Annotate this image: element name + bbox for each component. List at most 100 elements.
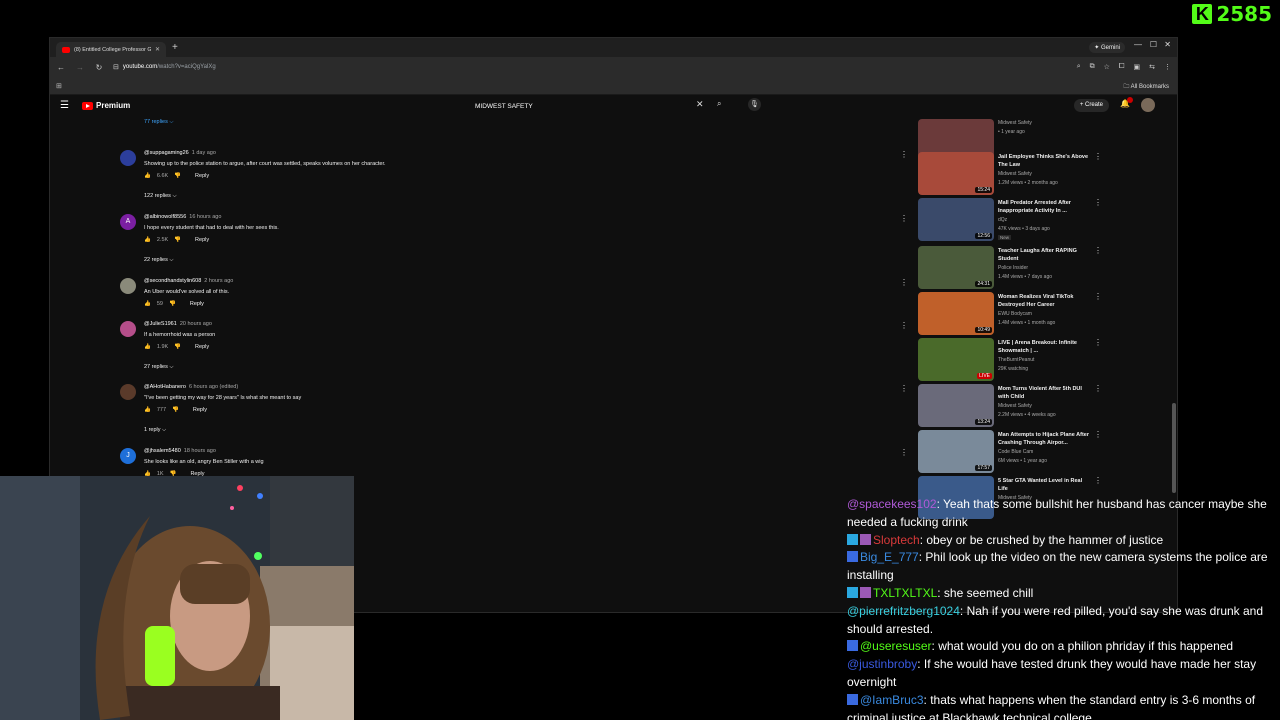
like-icon[interactable]: 👍 xyxy=(144,301,151,307)
video-menu-icon[interactable]: ⋮ xyxy=(1094,292,1102,301)
recommended-video[interactable]: 13:24 Mom Turns Violent After 5th DUI wit… xyxy=(918,384,1113,428)
video-thumbnail[interactable]: 17:57 xyxy=(918,430,994,473)
video-thumbnail[interactable]: 24:31 xyxy=(918,246,994,289)
back-icon[interactable]: ← xyxy=(56,63,66,72)
browser-menu-icon[interactable]: ⋮ xyxy=(1164,63,1171,71)
hamburger-menu-icon[interactable]: ☰ xyxy=(60,100,69,111)
avatar[interactable] xyxy=(1141,98,1155,112)
youtube-logo[interactable]: Premium xyxy=(82,101,130,110)
chat-username[interactable]: @IamBruc3 xyxy=(860,693,924,707)
reading-mode-icon[interactable]: ▣ xyxy=(1134,63,1141,71)
microphone-icon[interactable]: 🎙 xyxy=(748,98,761,111)
maximize-window-icon[interactable]: ☐ xyxy=(1150,40,1157,49)
profile-icon[interactable]: ⇆ xyxy=(1149,63,1155,71)
video-thumbnail[interactable]: 15:24 xyxy=(918,152,994,195)
video-channel[interactable]: Midwest Safety xyxy=(998,171,1032,177)
video-title[interactable]: 5 Star GTA Wanted Level in Real Life xyxy=(998,477,1093,493)
video-menu-icon[interactable]: ⋮ xyxy=(1094,338,1102,347)
apps-grid-icon[interactable]: ⊞ xyxy=(56,82,62,90)
site-info-icon[interactable]: ⊟ xyxy=(113,63,119,71)
recommended-video[interactable]: LIVE LIVE | Arena Breakout: Infinite Show… xyxy=(918,338,1113,382)
dislike-icon[interactable]: 👎 xyxy=(174,173,181,179)
scrollbar[interactable] xyxy=(1172,403,1176,493)
reply-button[interactable]: Reply xyxy=(190,301,204,307)
extensions-icon[interactable]: ⧠ xyxy=(1119,63,1125,71)
url-field[interactable]: ⊟ youtube.com/watch?v=aciQgYalXg xyxy=(113,63,1068,71)
chat-username[interactable]: @useresuser xyxy=(860,639,932,653)
video-title[interactable]: Jail Employee Thinks She's Above The Law xyxy=(998,153,1093,169)
like-icon[interactable]: 👍 xyxy=(144,407,151,413)
video-thumbnail[interactable]: 12:56 xyxy=(918,198,994,241)
video-thumbnail[interactable]: 13:24 xyxy=(918,384,994,427)
video-channel[interactable]: Code Blue Cam xyxy=(998,449,1033,455)
comment-author[interactable]: @jhsalem5480 xyxy=(144,448,181,454)
replies-toggle[interactable]: 77 replies ⌵ xyxy=(144,119,174,126)
zoom-icon[interactable]: ⌕ xyxy=(1077,63,1081,71)
all-bookmarks-button[interactable]: 🗀 All Bookmarks xyxy=(1123,82,1169,92)
replies-toggle[interactable]: 27 replies ⌵ xyxy=(144,364,174,371)
chat-username[interactable]: Big_E_777 xyxy=(860,550,919,564)
close-window-icon[interactable]: ✕ xyxy=(1164,40,1171,49)
replies-toggle[interactable]: 1 reply ⌵ xyxy=(144,427,166,434)
video-title[interactable]: Teacher Laughs After RAPING Student xyxy=(998,247,1093,263)
reply-button[interactable]: Reply xyxy=(195,173,209,179)
avatar[interactable]: J xyxy=(120,448,136,464)
clear-search-icon[interactable]: ✕ xyxy=(696,99,704,110)
chat-username[interactable]: @justinbroby xyxy=(847,657,917,671)
video-title[interactable]: Man Attempts to Hijack Plane After Crash… xyxy=(998,431,1093,447)
video-title[interactable]: Mom Turns Violent After 5th DUI with Chi… xyxy=(998,385,1093,401)
comment-menu-icon[interactable]: ⋮ xyxy=(900,384,908,393)
comment-author[interactable]: @albinowolf8556 xyxy=(144,214,186,220)
video-channel[interactable]: dQz xyxy=(998,217,1007,223)
avatar[interactable]: A xyxy=(120,214,136,230)
search-input[interactable] xyxy=(471,98,709,114)
comment-author[interactable]: @suppagaming26 xyxy=(144,150,189,156)
new-tab-button[interactable]: + xyxy=(172,42,178,53)
video-title[interactable]: LIVE | Arena Breakout: Infinite Showmatc… xyxy=(998,339,1093,355)
chat-username[interactable]: @pierrefritzberg1024 xyxy=(847,604,960,618)
dislike-icon[interactable]: 👎 xyxy=(169,301,176,307)
video-channel[interactable]: TheBurntPeanut xyxy=(998,357,1034,363)
comment-author[interactable]: @AHotHabanero xyxy=(144,384,186,390)
chat-username[interactable]: @spacekees102 xyxy=(847,497,937,511)
avatar[interactable] xyxy=(120,278,136,294)
gemini-button[interactable]: ✦ Gemini xyxy=(1089,42,1125,53)
video-menu-icon[interactable]: ⋮ xyxy=(1094,430,1102,439)
comment-menu-icon[interactable]: ⋮ xyxy=(900,321,908,330)
install-icon[interactable]: ⧉ xyxy=(1090,63,1095,71)
bookmark-star-icon[interactable]: ☆ xyxy=(1104,63,1110,71)
close-tab-icon[interactable]: ✕ xyxy=(155,46,160,53)
forward-icon[interactable]: → xyxy=(75,63,85,72)
video-channel[interactable]: Midwest Safety xyxy=(998,403,1032,409)
reply-button[interactable]: Reply xyxy=(195,344,209,350)
avatar[interactable] xyxy=(120,384,136,400)
comment-author[interactable]: @JulieS1961 xyxy=(144,321,177,327)
create-button[interactable]: + Create xyxy=(1073,99,1109,112)
video-title[interactable]: Mall Predator Arrested After Inappropria… xyxy=(998,199,1093,215)
video-thumbnail[interactable]: 10:49 xyxy=(918,292,994,335)
video-menu-icon[interactable]: ⋮ xyxy=(1094,246,1102,255)
chat-username[interactable]: TXLTXLTXL xyxy=(873,586,937,600)
video-channel[interactable]: Midwest Safety xyxy=(998,120,1032,126)
like-icon[interactable]: 👍 xyxy=(144,173,151,179)
video-menu-icon[interactable]: ⋮ xyxy=(1094,152,1102,161)
replies-toggle[interactable]: 22 replies ⌵ xyxy=(144,257,174,264)
recommended-video[interactable]: 24:31 Teacher Laughs After RAPING Student… xyxy=(918,246,1113,290)
comment-menu-icon[interactable]: ⋮ xyxy=(900,150,908,159)
recommended-video[interactable]: 10:49 Woman Realizes Viral TikTok Destroy… xyxy=(918,292,1113,336)
video-menu-icon[interactable]: ⋮ xyxy=(1094,384,1102,393)
minimize-window-icon[interactable]: — xyxy=(1134,40,1142,49)
video-thumbnail[interactable]: LIVE xyxy=(918,338,994,381)
like-icon[interactable]: 👍 xyxy=(144,344,151,350)
dislike-icon[interactable]: 👎 xyxy=(174,237,181,243)
video-channel[interactable]: Police Insider xyxy=(998,265,1028,271)
video-menu-icon[interactable]: ⋮ xyxy=(1094,476,1102,485)
avatar[interactable] xyxy=(120,321,136,337)
reload-icon[interactable]: ↻ xyxy=(94,63,104,72)
comment-menu-icon[interactable]: ⋮ xyxy=(900,278,908,287)
replies-toggle[interactable]: 122 replies ⌵ xyxy=(144,193,177,200)
reply-button[interactable]: Reply xyxy=(195,237,209,243)
chat-username[interactable]: Sloptech xyxy=(873,533,920,547)
comment-author[interactable]: @secondhandstylin608 xyxy=(144,278,201,284)
recommended-video[interactable]: 17:57 Man Attempts to Hijack Plane After … xyxy=(918,430,1113,474)
